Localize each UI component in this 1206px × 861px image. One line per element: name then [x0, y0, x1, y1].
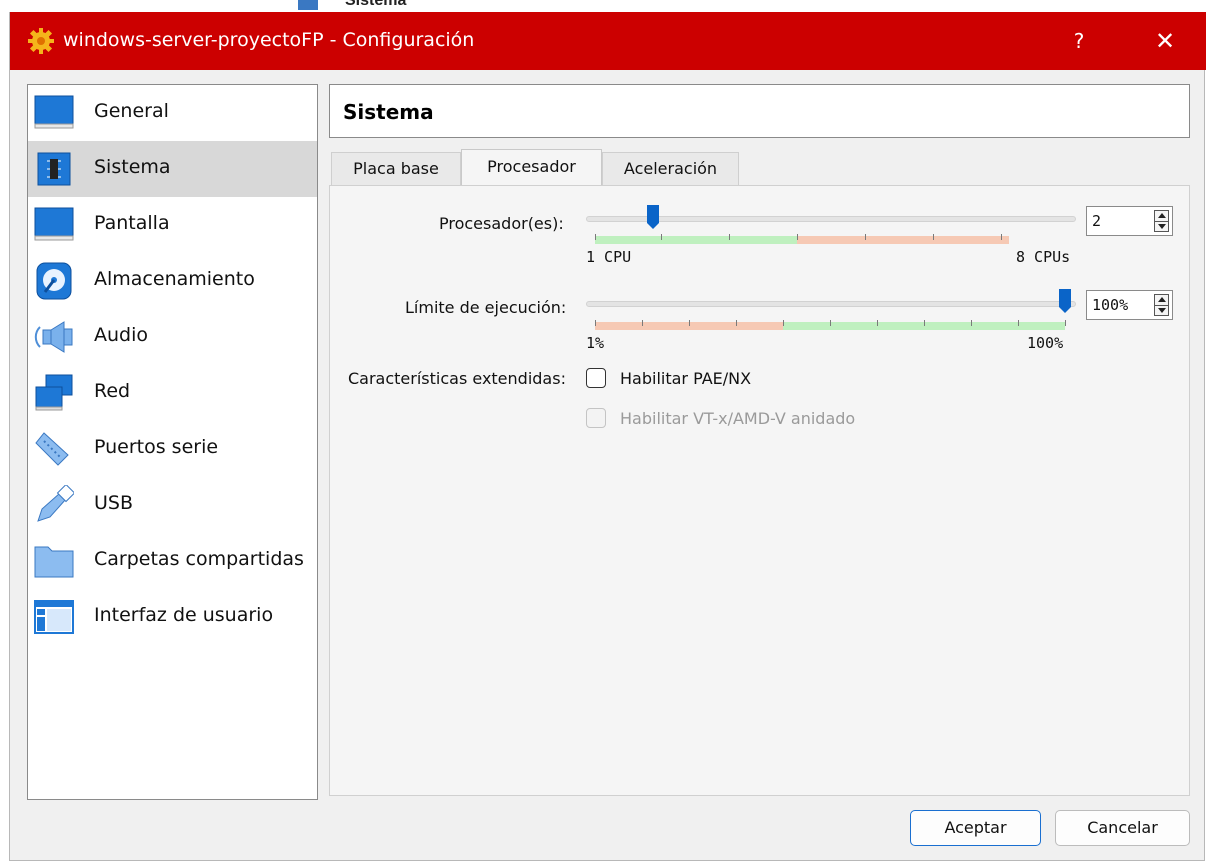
tick — [924, 320, 925, 326]
tick — [865, 234, 866, 240]
processors-value: 2 — [1092, 212, 1102, 230]
execution-cap-spinbox[interactable]: 100% — [1086, 290, 1173, 320]
processors-good-zone — [595, 236, 797, 244]
settings-dialog: windows-server-proyectoFP - Configuració… — [9, 12, 1206, 861]
cancel-button[interactable]: Cancelar — [1055, 810, 1190, 846]
execution-cap-value: 100% — [1092, 296, 1129, 314]
tick — [830, 320, 831, 326]
sidebar-item-label: General — [94, 100, 169, 122]
background-window-label: Sistema — [345, 0, 407, 9]
sidebar-item-label: USB — [94, 492, 134, 514]
settings-sidebar: General Sistema Pantalla Almacenamiento … — [27, 84, 318, 800]
spin-arrows-icon[interactable] — [1154, 210, 1169, 232]
sidebar-item-carpetas-compartidas[interactable]: Carpetas compartidas — [28, 533, 317, 589]
tick — [689, 320, 690, 326]
sidebar-item-pantalla[interactable]: Pantalla — [28, 197, 317, 253]
help-button[interactable]: ? — [1064, 26, 1094, 56]
page-header: Sistema — [329, 84, 1190, 138]
tick — [933, 234, 934, 240]
processors-min-label: 1 CPU — [586, 248, 632, 266]
execution-cap-slider-handle[interactable] — [1058, 288, 1072, 314]
sidebar-item-usb[interactable]: USB — [28, 477, 317, 533]
tick — [1065, 320, 1066, 326]
tick — [783, 320, 784, 326]
sidebar-item-interfaz-de-usuario[interactable]: Interfaz de usuario — [28, 589, 317, 645]
tick — [1001, 234, 1002, 240]
sidebar-item-label: Audio — [94, 324, 149, 346]
tab-procesador[interactable]: Procesador — [461, 149, 602, 185]
tab-aceleracion[interactable]: Aceleración — [602, 152, 739, 185]
title-bar[interactable]: windows-server-proyectoFP - Configuració… — [10, 12, 1206, 70]
tick — [971, 320, 972, 326]
tick — [642, 320, 643, 326]
sidebar-item-puertos-serie[interactable]: Puertos serie — [28, 421, 317, 477]
tick — [595, 320, 596, 326]
sidebar-item-label: Carpetas compartidas — [94, 548, 304, 570]
execution-cap-min-label: 1% — [586, 334, 605, 352]
pae-nx-checkbox[interactable] — [586, 368, 606, 388]
ok-button[interactable]: Aceptar — [910, 810, 1041, 846]
sidebar-item-label: Almacenamiento — [94, 268, 255, 290]
sidebar-item-label: Red — [94, 380, 131, 402]
virtualbox-gear-icon — [28, 28, 54, 54]
disk-icon — [36, 262, 72, 300]
close-button[interactable]: ✕ — [1150, 26, 1180, 56]
processors-max-label: 8 CPUs — [1016, 248, 1071, 266]
sidebar-item-label: Puertos serie — [94, 436, 219, 458]
serial-port-icon — [35, 432, 69, 466]
processors-warn-zone — [797, 236, 1009, 244]
tick — [797, 234, 798, 240]
sidebar-item-label: Pantalla — [94, 212, 170, 234]
network-icon — [35, 374, 73, 411]
background-window: Sistema — [0, 0, 1206, 12]
sidebar-item-almacenamiento[interactable]: Almacenamiento — [28, 253, 317, 309]
chip-icon — [37, 152, 71, 186]
extended-features-label: Características extendidas: — [348, 369, 566, 388]
tick — [1018, 320, 1019, 326]
processor-tab-panel: Procesador(es): 1 CPU 8 CPUs 2 Límite de — [329, 185, 1190, 796]
folder-icon — [34, 546, 74, 578]
processors-label: Procesador(es): — [439, 214, 564, 233]
sidebar-item-label: Interfaz de usuario — [94, 604, 274, 626]
usb-icon — [37, 485, 74, 522]
window-title: windows-server-proyectoFP - Configuració… — [63, 29, 475, 51]
sidebar-item-general[interactable]: General — [28, 85, 317, 141]
sidebar-item-red[interactable]: Red — [28, 365, 317, 421]
spin-arrows-icon[interactable] — [1154, 294, 1169, 316]
processors-slider-handle[interactable] — [646, 204, 660, 230]
pae-nx-label[interactable]: Habilitar PAE/NX — [620, 369, 751, 388]
display-icon — [34, 207, 74, 241]
tick — [661, 234, 662, 240]
monitor-icon — [34, 95, 74, 129]
sidebar-item-label: Sistema — [94, 156, 171, 178]
ui-window-icon — [34, 600, 74, 634]
tick — [595, 234, 596, 240]
tick — [729, 234, 730, 240]
nested-vtx-label: Habilitar VT-x/AMD-V anidado — [620, 409, 856, 428]
tick — [736, 320, 737, 326]
speaker-icon — [34, 321, 73, 353]
execution-cap-max-label: 100% — [1027, 334, 1064, 352]
tab-placa-base[interactable]: Placa base — [331, 152, 461, 185]
execution-cap-label: Límite de ejecución: — [405, 298, 567, 317]
processors-spinbox[interactable]: 2 — [1086, 206, 1173, 236]
sidebar-item-audio[interactable]: Audio — [28, 309, 317, 365]
tick — [877, 320, 878, 326]
sidebar-item-sistema[interactable]: Sistema — [28, 141, 317, 197]
nested-vtx-checkbox — [586, 408, 606, 428]
page-title: Sistema — [343, 100, 434, 124]
execution-cap-slider-track[interactable] — [586, 301, 1076, 307]
background-window-icon — [298, 0, 318, 10]
